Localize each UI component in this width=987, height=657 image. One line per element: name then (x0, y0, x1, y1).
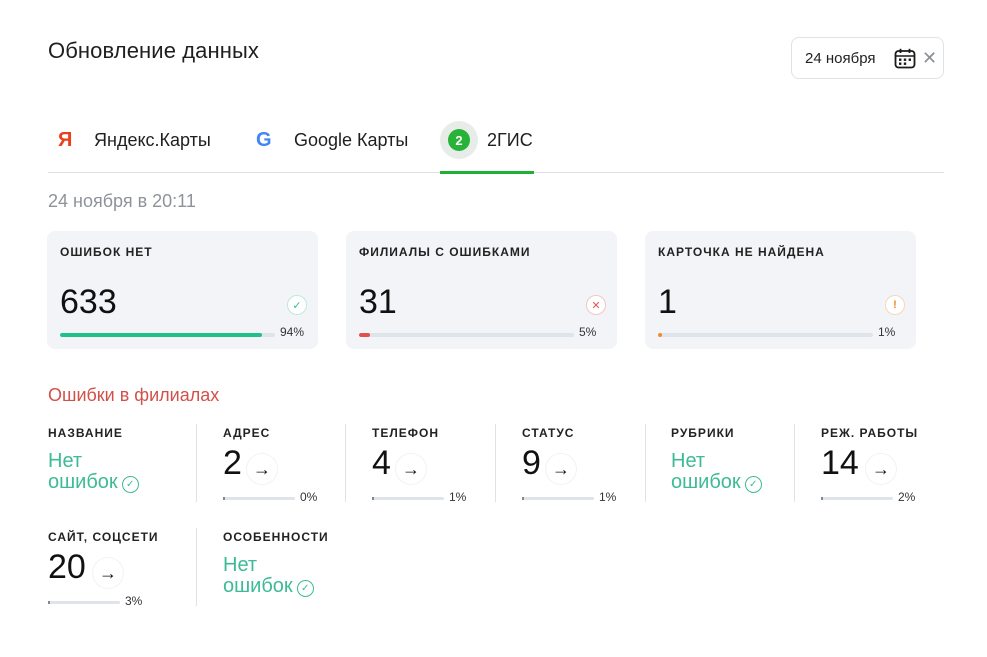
card-value: 633 (60, 283, 117, 321)
progress-bar (223, 497, 295, 500)
card-percent: 1% (878, 325, 896, 339)
date-picker[interactable]: 24 ноября ✕ (791, 37, 944, 79)
check-icon: ✓ (296, 580, 314, 597)
map-service-tabs: Я Яндекс.Карты G Google Карты 2 2ГИС (48, 108, 944, 174)
errors-section-title: Ошибки в филиалах (48, 385, 220, 405)
card-label: КАРТОЧКА НЕ НАЙДЕНА (658, 245, 825, 259)
tab-label: Google Карты (294, 129, 409, 150)
category-label: АДРЕС (223, 426, 271, 440)
category-rubrics: РУБРИКИ Нет ошибок ✓ (671, 426, 811, 506)
divider (196, 424, 197, 502)
no-errors-status: Нет ошибок ✓ (48, 451, 139, 493)
progress-bar (48, 601, 120, 604)
category-working-hours[interactable]: РЕЖ. РАБОТЫ 14 → 2% (821, 426, 961, 506)
category-phone[interactable]: ТЕЛЕФОН 4 → 1% (372, 426, 512, 506)
warning-icon: ! (885, 295, 905, 315)
close-icon[interactable]: ✕ (922, 47, 937, 69)
progress-bar (522, 497, 594, 500)
category-label: НАЗВАНИЕ (48, 426, 123, 440)
progress-bar (60, 333, 275, 337)
tab-label: 2ГИС (487, 129, 533, 150)
category-percent: 1% (449, 490, 467, 504)
divider (345, 424, 346, 502)
data-update-page: Обновление данных 24 ноября ✕ Я Яндекс.К… (0, 0, 987, 657)
category-label: ТЕЛЕФОН (372, 426, 439, 440)
error-count: 20 (48, 548, 86, 586)
progress-bar (658, 333, 873, 337)
category-percent: 2% (898, 490, 916, 504)
error-count: 9 (522, 444, 541, 482)
divider (794, 424, 795, 502)
category-address[interactable]: АДРЕС 2 → 0% (223, 426, 363, 506)
error-count: 14 (821, 444, 859, 482)
arrow-right-icon[interactable]: → (247, 454, 277, 484)
tab-label: Яндекс.Карты (94, 129, 211, 150)
tab-google-maps[interactable]: G Google Карты (256, 108, 408, 172)
progress-fill (359, 333, 370, 337)
arrow-right-icon[interactable]: → (93, 558, 123, 588)
category-percent: 1% (599, 490, 617, 504)
category-features: ОСОБЕННОСТИ Нет ошибок ✓ (223, 530, 363, 610)
category-percent: 0% (300, 490, 318, 504)
tab-yandex-maps[interactable]: Я Яндекс.Карты (58, 108, 211, 172)
summary-card-branches-with-errors: ФИЛИАЛЫ С ОШИБКАМИ 31 ✕ 5% (346, 231, 617, 349)
category-percent: 3% (125, 594, 143, 608)
card-value: 31 (359, 283, 397, 321)
card-label: ФИЛИАЛЫ С ОШИБКАМИ (359, 245, 531, 259)
active-tab-indicator (440, 171, 534, 174)
category-label: САЙТ, СОЦСЕТИ (48, 530, 159, 544)
progress-bar (821, 497, 893, 500)
no-errors-status: Нет ошибок ✓ (671, 451, 762, 493)
divider (495, 424, 496, 502)
progress-bar (372, 497, 444, 500)
progress-fill (60, 333, 263, 337)
summary-card-card-not-found: КАРТОЧКА НЕ НАЙДЕНА 1 ! 1% (645, 231, 916, 349)
arrow-right-icon[interactable]: → (396, 454, 426, 484)
calendar-icon[interactable] (894, 48, 916, 69)
2gis-logo-icon: 2 (440, 121, 478, 159)
google-logo-icon: G (256, 128, 272, 151)
card-percent: 94% (280, 325, 305, 339)
summary-card-no-errors: ОШИБОК НЕТ 633 ✓ 94% (47, 231, 318, 349)
check-icon: ✓ (121, 476, 139, 493)
category-label: РЕЖ. РАБОТЫ (821, 426, 919, 440)
category-status[interactable]: СТАТУС 9 → 1% (522, 426, 662, 506)
divider (196, 528, 197, 606)
category-name: НАЗВАНИЕ Нет ошибок ✓ (48, 426, 188, 506)
category-label: ОСОБЕННОСТИ (223, 530, 329, 544)
error-count: 4 (372, 444, 391, 482)
page-title: Обновление данных (48, 38, 260, 63)
no-errors-status: Нет ошибок ✓ (223, 555, 314, 597)
divider (645, 424, 646, 502)
tab-2gis[interactable]: 2 2ГИС (440, 108, 534, 172)
category-label: СТАТУС (522, 426, 575, 440)
error-count: 2 (223, 444, 242, 482)
progress-fill (658, 333, 663, 337)
arrow-right-icon[interactable]: → (546, 454, 576, 484)
error-icon: ✕ (586, 295, 606, 315)
category-website-socials[interactable]: САЙТ, СОЦСЕТИ 20 → 3% (48, 530, 188, 610)
arrow-right-icon[interactable]: → (866, 454, 896, 484)
date-picker-value: 24 ноября (805, 49, 876, 67)
last-updated-timestamp: 24 ноября в 20:11 (48, 191, 196, 211)
check-icon: ✓ (744, 476, 762, 493)
check-icon: ✓ (287, 295, 307, 315)
card-label: ОШИБОК НЕТ (60, 245, 153, 259)
card-percent: 5% (579, 325, 597, 339)
progress-bar (359, 333, 574, 337)
category-label: РУБРИКИ (671, 426, 735, 440)
card-value: 1 (658, 283, 677, 321)
yandex-logo-icon: Я (58, 128, 73, 151)
